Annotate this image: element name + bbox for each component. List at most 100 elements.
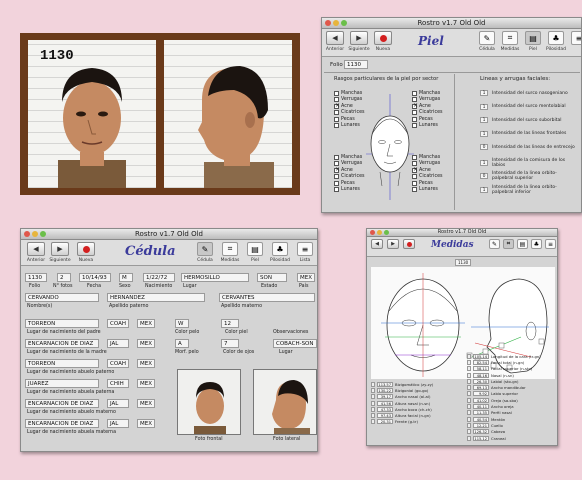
nombre-field[interactable]: CERVANDO — [25, 293, 99, 302]
morf-pelo-field[interactable]: A — [175, 339, 189, 348]
pen-icon[interactable]: ✎ — [489, 239, 500, 249]
measurement-value[interactable]: 12.21 — [473, 422, 489, 428]
estado-field[interactable]: SON — [257, 273, 287, 282]
linea-value[interactable]: 1 — [480, 103, 488, 110]
titlebar[interactable]: Rostro v1.7 Old Old — [21, 229, 317, 240]
skin-checkbox-row[interactable]: Lunares — [334, 187, 365, 194]
measurement-value[interactable]: 40.11 — [473, 404, 489, 410]
skin-checkbox-row[interactable]: Cicatrices — [334, 174, 365, 181]
skin-checkbox-row[interactable]: Manchas — [334, 90, 365, 97]
skin-checkbox-row[interactable]: Manchas — [412, 154, 443, 161]
origin-country-field[interactable]: MEX — [137, 339, 155, 348]
brush-icon[interactable]: ♣ — [272, 242, 288, 256]
titlebar[interactable]: Rostro v1.7 Old Old — [367, 229, 557, 237]
pen-icon[interactable]: ✎ — [479, 31, 495, 45]
measurement-value[interactable]: 40.54 — [473, 416, 489, 422]
skin-checkbox-row[interactable]: Lunares — [412, 187, 443, 194]
checkbox[interactable] — [334, 180, 339, 186]
measurement-value[interactable]: 69.13 — [473, 385, 489, 391]
fecha-field[interactable]: 10/14/93 — [79, 273, 111, 282]
measurement-tag[interactable] — [467, 385, 471, 391]
list-icon[interactable]: ≡ — [571, 31, 581, 45]
linea-value[interactable]: 0 — [480, 144, 488, 150]
measurement-value[interactable]: 126.32 — [473, 429, 489, 435]
measurement-value[interactable]: 26.30 — [473, 378, 489, 384]
list-icon[interactable]: ≡ — [297, 242, 313, 256]
checkbox[interactable] — [334, 154, 339, 160]
origin-place-field[interactable]: ENCARNACION DE DIAZ — [25, 399, 99, 408]
measurement-value[interactable]: 82.54 — [473, 359, 489, 365]
checkbox[interactable] — [334, 166, 340, 173]
measurement-tag[interactable] — [371, 413, 375, 419]
skin-checkbox-row[interactable]: Cicatrices — [334, 110, 365, 117]
linea-value[interactable]: 1 — [480, 90, 488, 96]
skin-checkbox-row[interactable]: Cicatrices — [412, 174, 443, 181]
measurement-value[interactable]: 47.33 — [377, 406, 393, 412]
measurement-value[interactable]: 58.11 — [473, 366, 489, 372]
nacimiento-field[interactable]: 1/22/72 — [143, 273, 175, 282]
sexo-field[interactable]: M — [119, 273, 133, 282]
origin-country-field[interactable]: MEX — [137, 399, 155, 408]
origin-state-field[interactable]: JAL — [107, 339, 129, 348]
measurement-value[interactable]: 130.22 — [377, 387, 393, 393]
measurement-tag[interactable] — [467, 372, 471, 378]
ruler-icon[interactable]: ⌗ — [502, 31, 518, 45]
color-ojos-field[interactable]: 7 — [221, 339, 239, 348]
measurement-tag[interactable] — [467, 366, 471, 372]
brush-icon[interactable]: ♣ — [548, 31, 564, 45]
measurement-tag[interactable] — [467, 353, 471, 359]
ruler-icon[interactable]: ⌗ — [503, 239, 514, 249]
prev-button[interactable]: ◀ — [27, 242, 45, 256]
linea-value[interactable]: 0 — [480, 173, 488, 179]
measurement-value[interactable]: 97.43 — [377, 413, 393, 419]
measurement-value[interactable]: 113.57 — [377, 381, 393, 387]
skin-checkbox-row[interactable]: Manchas — [334, 154, 365, 161]
checkbox[interactable] — [334, 174, 339, 180]
origin-state-field[interactable]: JAL — [107, 419, 129, 428]
pais-field[interactable]: MEX — [297, 273, 315, 282]
color-piel-field[interactable]: 12 — [221, 319, 239, 328]
measurement-tag[interactable] — [371, 419, 375, 425]
measurement-tag[interactable] — [467, 429, 471, 435]
prev-button[interactable]: ◀ — [326, 31, 344, 45]
folio-field[interactable]: 1130 — [25, 273, 47, 282]
skin-checkbox-row[interactable]: Lunares — [412, 123, 443, 130]
origin-state-field[interactable]: JAL — [107, 399, 129, 408]
checkbox[interactable] — [334, 187, 339, 193]
materno-field[interactable]: CERVANTES — [219, 293, 315, 302]
measurement-value[interactable]: 11.35 — [473, 410, 489, 416]
observaciones-field[interactable]: COBACH-SON — [273, 339, 317, 348]
n-fotos-field[interactable]: 2 — [57, 273, 71, 282]
lugar-field[interactable]: HERMOSILLO — [181, 273, 249, 282]
origin-place-field[interactable]: TORREON — [25, 319, 99, 328]
measurement-tag[interactable] — [371, 394, 375, 400]
color-pelo-field[interactable]: W — [175, 319, 189, 328]
prev-button[interactable]: ◀ — [371, 239, 383, 249]
origin-state-field[interactable]: COAH — [107, 359, 129, 368]
origin-state-field[interactable]: COAH — [107, 319, 129, 328]
folio-field[interactable]: 1130 — [344, 60, 368, 69]
measurement-value[interactable]: 41.56 — [377, 400, 393, 406]
checkbox[interactable] — [334, 102, 340, 109]
origin-state-field[interactable]: CHIH — [107, 379, 129, 388]
linea-value[interactable]: 1 — [480, 130, 488, 137]
measurement-tag[interactable] — [467, 378, 471, 384]
measurement-tag[interactable] — [467, 416, 471, 422]
origin-country-field[interactable]: MEX — [137, 419, 155, 428]
checkbox[interactable] — [334, 116, 339, 122]
measurement-tag[interactable] — [467, 397, 471, 403]
notepad-icon[interactable]: ▤ — [247, 242, 263, 256]
measurement-value[interactable]: 9.92 — [473, 391, 489, 397]
linea-value[interactable]: 1 — [480, 117, 488, 123]
origin-country-field[interactable]: MEX — [137, 319, 155, 328]
measurement-value[interactable]: 48.16 — [473, 372, 489, 378]
measurement-value[interactable]: 41.02 — [473, 397, 489, 403]
new-button[interactable] — [374, 31, 392, 45]
measurement-tag[interactable] — [467, 391, 471, 397]
linea-value[interactable]: 1 — [480, 186, 488, 193]
measurement-tag[interactable] — [467, 404, 471, 410]
measurement-tag[interactable] — [467, 359, 471, 365]
measurement-value[interactable]: 39.17 — [377, 394, 393, 400]
origin-country-field[interactable]: MEX — [137, 379, 155, 388]
origin-country-field[interactable]: MEX — [137, 359, 155, 368]
